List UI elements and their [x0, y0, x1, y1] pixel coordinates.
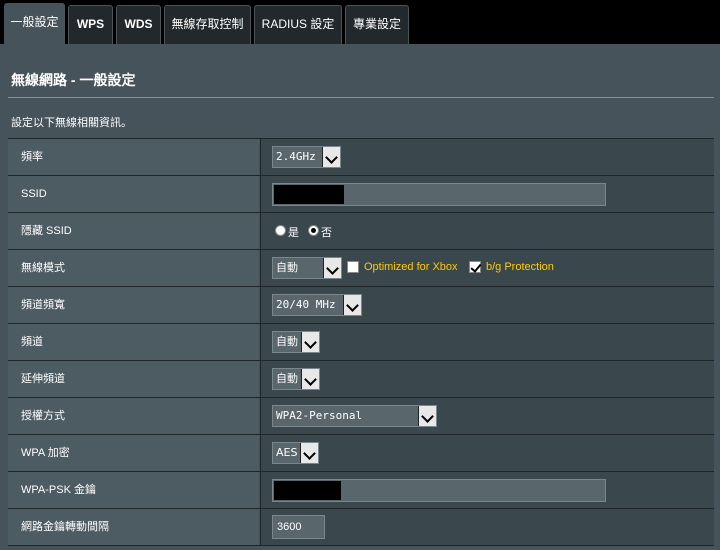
row-hide-ssid: 隱藏 SSID 是 否	[8, 213, 714, 250]
band-label: 頻率	[8, 139, 259, 175]
hide-ssid-no-radio[interactable]	[308, 225, 319, 236]
wpa-psk-key-redacted-text	[274, 481, 341, 500]
chevron-down-icon	[301, 332, 319, 352]
tab-wds[interactable]: WDS	[116, 5, 161, 44]
wireless-mode-select[interactable]: 自動	[272, 257, 342, 279]
band-select[interactable]: 2.4GHz	[272, 146, 341, 168]
wpa-encryption-label: WPA 加密	[8, 435, 259, 471]
settings-table: 頻率 2.4GHz SSID 隱藏 SSID 是 否 無線模式 自動 Optim…	[8, 138, 714, 546]
wpa-encryption-select[interactable]: AES	[272, 442, 319, 464]
bandwidth-select[interactable]: 20/40 MHz	[272, 294, 362, 316]
row-wireless-mode: 無線模式 自動 Optimized for Xbox b/g Protectio…	[8, 250, 714, 287]
channel-select-value: 自動	[276, 335, 298, 348]
channel-value-cell: 自動	[260, 324, 714, 360]
row-key-rotation: 網路金鑰轉動間隔 3600	[8, 509, 714, 546]
hide-ssid-yes-radio[interactable]	[275, 225, 286, 236]
auth-method-select[interactable]: WPA2-Personal	[272, 405, 437, 427]
row-wpa-encryption: WPA 加密 AES	[8, 435, 714, 472]
hide-ssid-label: 隱藏 SSID	[8, 213, 259, 249]
bg-protection-label: b/g Protection	[486, 261, 554, 273]
wireless-mode-label: 無線模式	[8, 250, 259, 286]
hide-ssid-no-label: 否	[321, 227, 332, 239]
channel-label: 頻道	[8, 324, 259, 360]
channel-select[interactable]: 自動	[272, 331, 320, 353]
extension-channel-label: 延伸頻道	[8, 361, 259, 397]
page-title: 無線網路 - 一般設定	[11, 72, 136, 88]
xbox-label: Optimized for Xbox	[364, 261, 458, 273]
bandwidth-value-cell: 20/40 MHz	[260, 287, 714, 323]
chevron-down-icon	[300, 443, 318, 463]
row-band: 頻率 2.4GHz	[8, 139, 714, 176]
ssid-label: SSID	[8, 176, 259, 212]
wpa-encryption-select-value: AES	[276, 446, 298, 459]
chevron-down-icon	[323, 258, 341, 278]
auth-method-label: 授權方式	[8, 398, 259, 434]
chevron-down-icon	[343, 295, 361, 315]
key-rotation-value-cell: 3600	[260, 509, 714, 545]
ssid-input[interactable]	[272, 183, 606, 206]
row-auth-method: 授權方式 WPA2-Personal	[8, 398, 714, 435]
row-extension-channel: 延伸頻道 自動	[8, 361, 714, 398]
row-ssid: SSID	[8, 176, 714, 213]
chevron-down-icon	[418, 406, 436, 426]
row-wpa-psk-key: WPA-PSK 金鑰	[8, 472, 714, 509]
ssid-value-cell	[260, 176, 714, 212]
tab-bar: 一般設定 WPS WDS 無線存取控制 RADIUS 設定 專業設定	[0, 0, 720, 44]
extension-channel-select-value: 自動	[276, 372, 298, 385]
title-divider	[8, 97, 714, 98]
page-description: 設定以下無線相關資訊。	[11, 117, 132, 129]
band-value-cell: 2.4GHz	[260, 139, 714, 175]
tab-wps[interactable]: WPS	[68, 5, 113, 44]
wireless-mode-select-value: 自動	[276, 261, 298, 274]
tab-radius-settings[interactable]: RADIUS 設定	[254, 5, 342, 44]
wpa-psk-key-input[interactable]	[272, 479, 606, 502]
wireless-mode-value-cell: 自動 Optimized for Xbox b/g Protection	[260, 250, 714, 286]
bg-protection-checkbox[interactable]	[469, 261, 481, 273]
hide-ssid-yes-label: 是	[288, 227, 299, 239]
band-select-value: 2.4GHz	[276, 150, 316, 163]
row-bandwidth: 頻道頻寬 20/40 MHz	[8, 287, 714, 324]
wpa-psk-key-value-cell	[260, 472, 714, 508]
ssid-redacted-text	[274, 185, 344, 204]
extension-channel-select[interactable]: 自動	[272, 368, 320, 390]
row-channel: 頻道 自動	[8, 324, 714, 361]
tab-professional[interactable]: 專業設定	[345, 5, 409, 44]
bandwidth-select-value: 20/40 MHz	[276, 298, 336, 311]
hide-ssid-value-cell: 是 否	[260, 213, 714, 249]
chevron-down-icon	[301, 369, 319, 389]
auth-method-value-cell: WPA2-Personal	[260, 398, 714, 434]
key-rotation-label: 網路金鑰轉動間隔	[8, 509, 259, 545]
chevron-down-icon	[322, 147, 340, 167]
key-rotation-input[interactable]: 3600	[272, 515, 325, 539]
bandwidth-label: 頻道頻寬	[8, 287, 259, 323]
xbox-checkbox[interactable]	[347, 261, 359, 273]
wpa-encryption-value-cell: AES	[260, 435, 714, 471]
tab-general[interactable]: 一般設定	[4, 3, 65, 44]
wpa-psk-key-label: WPA-PSK 金鑰	[8, 472, 259, 508]
tab-wireless-access-control[interactable]: 無線存取控制	[164, 5, 251, 44]
extension-channel-value-cell: 自動	[260, 361, 714, 397]
auth-method-select-value: WPA2-Personal	[276, 409, 363, 422]
main-content: 無線網路 - 一般設定 設定以下無線相關資訊。 頻率 2.4GHz SSID 隱…	[0, 44, 720, 550]
